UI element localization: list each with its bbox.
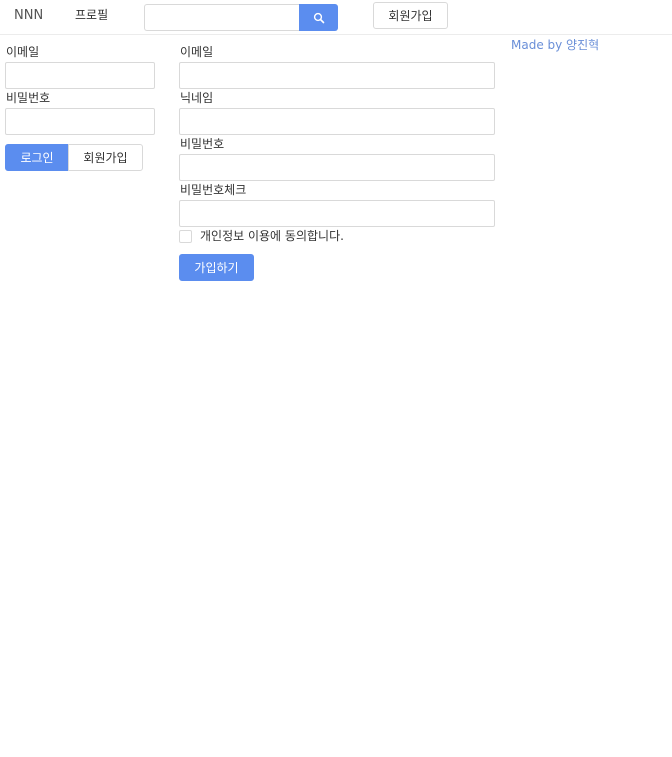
top-nav: NNN 프로필 회원가입 <box>0 0 672 35</box>
nav-profile-link[interactable]: 프로필 <box>75 7 108 23</box>
brand-logo-link[interactable]: NNN <box>14 8 43 24</box>
login-password-label: 비밀번호 <box>6 91 51 105</box>
signup-password-label: 비밀번호 <box>180 137 225 151</box>
agree-label: 개인정보 이용에 동의합니다. <box>200 229 344 243</box>
page: NNN 프로필 회원가입 이메일 비밀번호 로그인 회원가입 이메일 닉네임 비… <box>0 0 672 757</box>
signup-password-check-label: 비밀번호체크 <box>180 183 247 197</box>
signup-submit-button[interactable]: 가입하기 <box>179 254 254 281</box>
search-input[interactable] <box>144 4 299 31</box>
signup-email-label: 이메일 <box>180 45 214 59</box>
search-bar <box>144 4 338 31</box>
agree-checkbox[interactable] <box>179 230 192 243</box>
made-by-link[interactable]: Made by 양진혁 <box>511 37 599 53</box>
signup-email-input[interactable] <box>179 62 495 89</box>
login-button[interactable]: 로그인 <box>5 144 69 171</box>
login-password-input[interactable] <box>5 108 155 135</box>
login-email-label: 이메일 <box>6 45 40 59</box>
signup-nickname-input[interactable] <box>179 108 495 135</box>
header-signup-button[interactable]: 회원가입 <box>373 2 448 29</box>
search-icon <box>313 12 324 23</box>
signup-password-input[interactable] <box>179 154 495 181</box>
login-signup-button[interactable]: 회원가입 <box>68 144 143 171</box>
signup-password-check-input[interactable] <box>179 200 495 227</box>
search-button[interactable] <box>299 4 338 31</box>
login-email-input[interactable] <box>5 62 155 89</box>
signup-nickname-label: 닉네임 <box>180 91 214 105</box>
